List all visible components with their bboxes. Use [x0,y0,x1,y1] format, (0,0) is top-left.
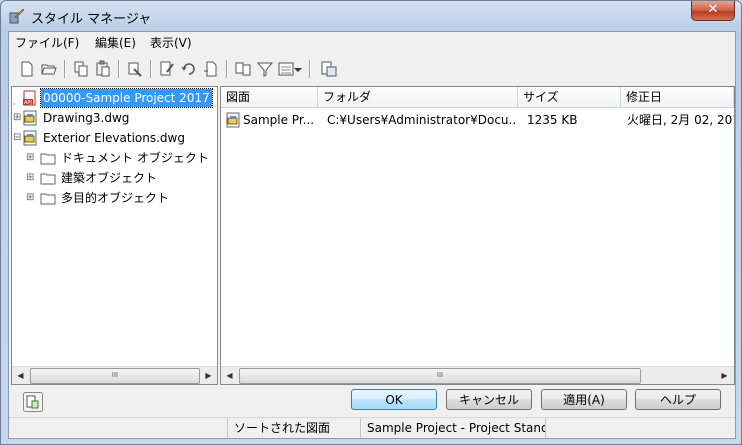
cell-size: 1235 KB [527,113,578,127]
update-icon[interactable] [179,59,199,79]
tree-item-label: Drawing3.dwg [43,111,130,125]
tree-item-drawing[interactable]: ⊟ Exterior Elevations.dwg [12,129,217,147]
style-manager-window: スタイル マネージャ ✕ ファイル(F) 編集(E) 表示(V) · APJ 0… [0,0,742,445]
copy-icon[interactable] [71,59,91,79]
folder-icon [40,153,56,165]
column-header-drawing[interactable]: 図面 [221,87,318,108]
dwg-file-icon [23,130,37,146]
column-header-folder[interactable]: フォルダ [318,87,518,108]
scroll-thumb[interactable]: III [30,368,200,384]
apply-button[interactable]: 適用(A) [541,389,627,410]
tree-item-folder[interactable]: ⊞ 建築オブジェクト [12,169,217,187]
set-from-icon[interactable] [201,59,221,79]
client-area: ファイル(F) 編集(E) 表示(V) · APJ 00000-Sample P… [8,31,736,439]
cell-folder: C:¥Users¥Administrator¥Docu... [327,113,517,127]
style-tree[interactable]: · APJ 00000-Sample Project 2017 ⊞ Drawin… [11,86,218,385]
scroll-thumb[interactable]: III [239,368,641,384]
project-icon: APJ [23,90,36,106]
window-title: スタイル マネージャ [31,12,152,27]
toggle-view-icon[interactable] [233,59,253,79]
cell-drawing: Sample Pr... [243,113,315,127]
style-manager-app-icon [9,8,25,24]
dwg-file-icon [226,112,240,128]
menu-view[interactable]: 表示(V) [150,34,192,51]
column-header-modified[interactable]: 修正日 [621,87,734,108]
scroll-right-arrow[interactable]: ▶ [716,367,733,384]
status-bar: ソートされた図面 Sample Project - Project Standa… [9,417,735,438]
tree-item-label: 建築オブジェクト [61,171,158,185]
new-file-icon[interactable] [17,59,37,79]
menu-bar: ファイル(F) 編集(E) 表示(V) [9,32,735,51]
tree-item-folder[interactable]: ⊞ 多目的オブジェクト [12,189,217,207]
tree-item-label: 多目的オブジェクト [61,191,170,205]
style-manager-icon[interactable] [319,59,339,79]
scroll-left-arrow[interactable]: ◀ [12,367,29,384]
ok-button[interactable]: OK [351,389,437,410]
help-button[interactable]: ヘルプ [635,389,721,410]
open-folder-icon[interactable] [39,59,59,79]
folder-icon [40,193,56,205]
title-bar[interactable]: スタイル マネージャ ✕ [1,1,741,31]
paste-icon[interactable] [93,59,113,79]
menu-file[interactable]: ファイル(F) [15,34,79,51]
purge-icon[interactable] [125,59,145,79]
close-button[interactable]: ✕ [691,1,735,21]
status-sorted: ソートされた図面 [227,418,360,438]
chevron-down-icon[interactable] [293,59,303,79]
tree-item-label: 00000-Sample Project 2017 [40,88,213,108]
folder-icon [40,173,56,185]
scroll-right-arrow[interactable]: ▶ [200,367,217,384]
tree-item-drawing[interactable]: ⊞ Drawing3.dwg [12,109,217,127]
cell-modified: 火曜日, 2月 02, 2017 [627,113,734,127]
toggle-view-button[interactable] [23,392,43,412]
drawing-list[interactable]: 図面 フォルダ サイズ 修正日 Sample Pr... C:¥Users¥Ad… [220,86,735,385]
column-header-size[interactable]: サイズ [518,87,621,108]
filter-icon[interactable] [255,59,275,79]
tree-item-folder[interactable]: ⊞ ドキュメント オブジェクト [12,149,217,167]
toolbar [9,56,735,82]
dwg-file-icon [23,110,37,126]
scroll-left-arrow[interactable]: ◀ [221,367,238,384]
tree-item-project[interactable]: · APJ 00000-Sample Project 2017 [12,88,217,109]
status-project: Sample Project - Project Standards [360,418,545,438]
tree-horizontal-scrollbar[interactable]: ◀ III ▶ [12,366,217,384]
cancel-button[interactable]: キャンセル [446,389,532,410]
edit-style-icon[interactable] [157,59,177,79]
svg-text:APJ: APJ [24,100,32,106]
tree-item-label: ドキュメント オブジェクト [61,151,209,165]
tree-item-label: Exterior Elevations.dwg [43,131,185,145]
menu-edit[interactable]: 編集(E) [95,34,136,51]
list-horizontal-scrollbar[interactable]: ◀ III ▶ [221,366,734,384]
status-empty [545,418,735,438]
